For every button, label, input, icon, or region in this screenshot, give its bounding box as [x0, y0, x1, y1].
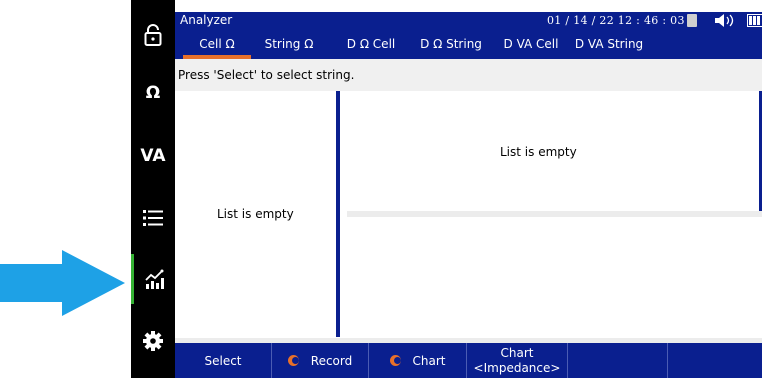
record-toggle-button[interactable]: Record — [272, 343, 369, 378]
tab-bar: Cell Ω String Ω D Ω Cell D Ω String D VA… — [175, 29, 762, 59]
string-list-divider — [336, 91, 340, 337]
tab-delta-va-string[interactable]: D VA String — [569, 29, 649, 59]
app-title: Analyzer — [180, 13, 233, 27]
content-area: List is empty List is empty — [175, 91, 762, 343]
softkey-bar: Select Record Chart Chart <Impedance> — [175, 343, 762, 378]
toggle-icon — [389, 355, 401, 366]
gear-icon — [143, 331, 163, 351]
record-button-label: Record — [310, 353, 353, 368]
chart-impedance-label-line2: <Impedance> — [473, 360, 561, 375]
status-bar: Analyzer 01 / 14 / 22 12 : 46 : 03 — [175, 12, 762, 29]
sd-card-icon — [687, 14, 697, 27]
tab-string-ohm[interactable]: String Ω — [255, 29, 323, 59]
cell-list-empty-text: List is empty — [500, 145, 577, 159]
chart-impedance-button[interactable]: Chart <Impedance> — [467, 343, 568, 378]
sidebar-item-va[interactable]: VA — [131, 131, 175, 181]
tab-delta-ohm-string[interactable]: D Ω String — [412, 29, 490, 59]
tab-delta-ohm-cell[interactable]: D Ω Cell — [337, 29, 405, 59]
list-icon — [143, 210, 163, 226]
chart-toggle-button[interactable]: Chart — [369, 343, 467, 378]
sidebar-item-ohm-label: Ω — [145, 83, 161, 103]
sidebar-item-settings[interactable] — [131, 316, 175, 366]
tab-cell-ohm[interactable]: Cell Ω — [183, 29, 251, 59]
sidebar-item-list[interactable] — [131, 193, 175, 243]
battery-icon — [747, 14, 762, 27]
detail-panel — [347, 217, 762, 337]
string-list-empty-text: List is empty — [217, 207, 294, 221]
instruction-message: Press 'Select' to select string. — [175, 59, 762, 91]
speaker-icon — [715, 14, 734, 27]
sidebar-item-chart[interactable] — [131, 254, 175, 304]
chart-impedance-label-line1: Chart — [500, 345, 534, 360]
toggle-icon — [287, 355, 299, 366]
sidebar-item-lock[interactable] — [131, 10, 175, 60]
datetime: 01 / 14 / 22 12 : 46 : 03 — [547, 14, 685, 27]
select-button[interactable]: Select — [175, 343, 272, 378]
select-button-label: Select — [204, 353, 242, 368]
softkey-blank-6[interactable] — [668, 343, 762, 378]
sidebar-item-va-label: VA — [140, 146, 166, 166]
sidebar-item-ohm[interactable]: Ω — [131, 68, 175, 118]
tab-delta-va-cell[interactable]: D VA Cell — [497, 29, 565, 59]
lock-icon — [144, 24, 162, 46]
string-list[interactable]: List is empty — [175, 91, 336, 337]
annotation-arrow-icon — [0, 250, 125, 316]
cell-list[interactable]: List is empty — [347, 91, 759, 211]
sidebar: Ω VA — [131, 0, 175, 378]
chart-icon — [144, 269, 164, 289]
chart-button-label: Chart — [412, 353, 446, 368]
softkey-blank-5[interactable] — [568, 343, 668, 378]
